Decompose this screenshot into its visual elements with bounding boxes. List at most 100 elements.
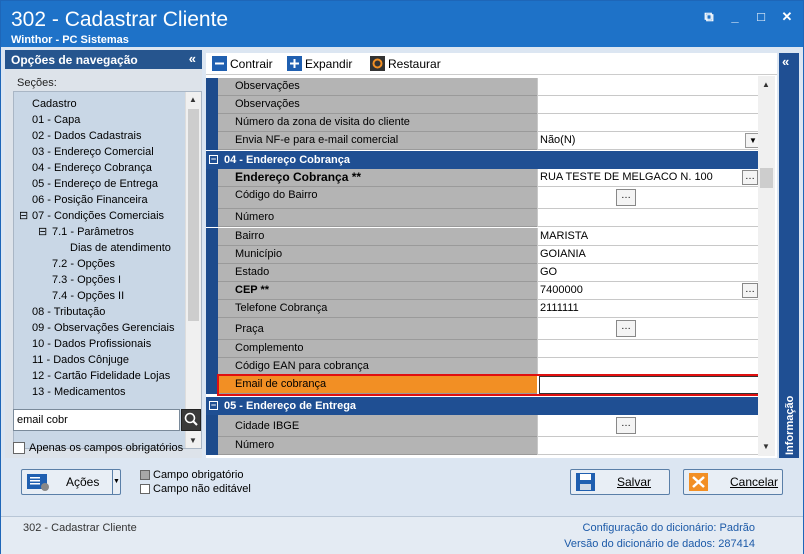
- grid-scroll-thumb[interactable]: [760, 168, 773, 188]
- grid-row[interactable]: Código do Bairro …: [206, 187, 762, 209]
- scroll-up-icon[interactable]: ▲: [762, 80, 770, 89]
- required-only-checkbox[interactable]: Apenas os campos obrigatórios: [13, 442, 183, 454]
- grid-row[interactable]: Número: [206, 209, 762, 227]
- tree-item-11[interactable]: 11 - Dados Cônjuge: [32, 353, 129, 367]
- cancel-button[interactable]: Cancelar: [683, 469, 783, 495]
- tree-item-74[interactable]: 7.4 - Opções II: [52, 289, 124, 303]
- tree-item-07[interactable]: 07 - Condições Comerciais: [32, 209, 164, 223]
- tree-item-05[interactable]: 05 - Endereço de Entrega: [32, 177, 158, 191]
- row-value[interactable]: [537, 209, 762, 227]
- close-icon[interactable]: ✕: [779, 9, 795, 25]
- collapse-category-icon[interactable]: −: [209, 155, 218, 164]
- tree-item-72[interactable]: 7.2 - Opções: [52, 257, 115, 271]
- grid-row[interactable]: Complemento: [206, 340, 762, 358]
- grid-row[interactable]: Observações: [206, 78, 762, 96]
- scroll-down-icon[interactable]: ▼: [762, 442, 770, 451]
- grid-row[interactable]: Telefone Cobrança 2111111: [206, 300, 762, 318]
- grid-row[interactable]: Município GOIANIA: [206, 246, 762, 264]
- tree-item-73[interactable]: 7.3 - Opções I: [52, 273, 121, 287]
- tree-item-08[interactable]: 08 - Tributação: [32, 305, 105, 319]
- row-value[interactable]: [537, 415, 762, 437]
- collapse-panel-icon[interactable]: «: [189, 51, 196, 66]
- restore-button[interactable]: Restaurar: [370, 56, 441, 71]
- save-label: Salvar: [617, 475, 652, 489]
- category-04[interactable]: −04 - Endereço Cobrança: [206, 151, 762, 169]
- actions-button[interactable]: Ações ▼: [21, 469, 121, 495]
- dict-config-value: Padrão: [719, 522, 755, 534]
- tree-item-10[interactable]: 10 - Dados Profissionais: [32, 337, 151, 351]
- cancel-label: Cancelar: [730, 475, 779, 489]
- row-label: Observações: [231, 96, 537, 114]
- row-value[interactable]: 2111111: [537, 300, 762, 318]
- row-label: Bairro: [231, 228, 537, 246]
- grid-row[interactable]: Cidade IBGE…: [206, 415, 762, 437]
- row-value[interactable]: RUA TESTE DE MELGACO N. 100: [537, 169, 762, 187]
- row-label: Praça: [231, 318, 537, 340]
- dict-config-label: Configuração do dicionário:: [582, 522, 717, 534]
- tree-item-03[interactable]: 03 - Endereço Comercial: [32, 145, 154, 159]
- row-value[interactable]: [537, 96, 762, 114]
- row-value[interactable]: GO: [537, 264, 762, 282]
- grid-row[interactable]: Observações: [206, 96, 762, 114]
- expand-panel-icon[interactable]: «: [782, 54, 789, 69]
- ellipsis-button[interactable]: …: [616, 189, 636, 206]
- tree-item-13[interactable]: 13 - Medicamentos: [32, 385, 126, 399]
- tree-scrollbar[interactable]: ▲ ▼: [185, 92, 201, 448]
- expand-button[interactable]: Expandir: [287, 56, 352, 71]
- restore-window-icon[interactable]: ⧉: [701, 9, 717, 25]
- maximize-icon[interactable]: □: [753, 9, 769, 25]
- tree-item-12[interactable]: 12 - Cartão Fidelidade Lojas: [32, 369, 170, 383]
- search-button[interactable]: [181, 409, 201, 431]
- grid-row[interactable]: Estado GO: [206, 264, 762, 282]
- grid-row[interactable]: Endereço Cobrança ** RUA TESTE DE MELGACO…: [206, 169, 762, 187]
- tree-item-dias[interactable]: Dias de atendimento: [70, 241, 171, 255]
- dict-config: Configuração do dicionário: Padrão: [583, 522, 755, 534]
- grid-row[interactable]: CEP ** 7400000…: [206, 282, 762, 300]
- row-value[interactable]: MARISTA: [537, 228, 762, 246]
- scroll-up-icon[interactable]: ▲: [189, 95, 197, 104]
- row-value[interactable]: 7400000: [537, 282, 762, 300]
- row-label: Número: [231, 437, 537, 455]
- actions-dropdown-icon[interactable]: ▼: [112, 470, 120, 494]
- info-side-panel[interactable]: « Informação: [779, 53, 799, 458]
- row-value[interactable]: [537, 187, 762, 209]
- grid-row[interactable]: Número da zona de visita do cliente: [206, 114, 762, 132]
- tree-expander-71-icon[interactable]: ⊟: [38, 225, 47, 239]
- tree-item-04[interactable]: 04 - Endereço Cobrança: [32, 161, 152, 175]
- expand-icon: [287, 56, 302, 71]
- checkbox-box[interactable]: [13, 442, 25, 454]
- grid-row[interactable]: Praça …: [206, 318, 762, 340]
- row-value[interactable]: [537, 78, 762, 96]
- row-value[interactable]: [537, 340, 762, 358]
- row-value[interactable]: [537, 114, 762, 132]
- tree-item-71[interactable]: 7.1 - Parâmetros: [52, 225, 134, 239]
- save-button[interactable]: Salvar: [570, 469, 670, 495]
- row-label: Código do Bairro: [231, 187, 537, 209]
- tree-item-01[interactable]: 01 - Capa: [32, 113, 80, 127]
- ellipsis-button[interactable]: …: [616, 417, 636, 434]
- ellipsis-button[interactable]: …: [742, 283, 758, 298]
- ellipsis-button[interactable]: …: [742, 170, 758, 185]
- tree-item-09[interactable]: 09 - Observações Gerenciais: [32, 321, 174, 335]
- tree-item-cadastro[interactable]: Cadastro: [32, 97, 77, 111]
- grid-scrollbar[interactable]: ▲ ▼: [758, 76, 775, 456]
- grid-row[interactable]: Número: [206, 437, 762, 455]
- nfe-email-select[interactable]: Não(N) ▼: [537, 132, 762, 150]
- tree-item-06[interactable]: 06 - Posição Financeira: [32, 193, 148, 207]
- ellipsis-button[interactable]: …: [616, 320, 636, 337]
- collapse-category-icon[interactable]: −: [209, 401, 218, 410]
- category-05[interactable]: −05 - Endereço de Entrega: [206, 397, 762, 415]
- tree-item-02[interactable]: 02 - Dados Cadastrais: [32, 129, 141, 143]
- collapse-button[interactable]: Contrair: [212, 56, 273, 71]
- row-value[interactable]: [537, 318, 762, 340]
- tree-scroll-thumb[interactable]: [188, 109, 199, 321]
- search-input[interactable]: email cobr: [13, 409, 180, 431]
- tree-expander-07-icon[interactable]: ⊟: [19, 209, 28, 223]
- property-grid: Observações Observações Número da zona d…: [206, 76, 762, 458]
- minimize-icon[interactable]: _: [727, 9, 743, 25]
- scroll-down-icon[interactable]: ▼: [189, 436, 197, 445]
- grid-row[interactable]: Bairro MARISTA: [206, 228, 762, 246]
- row-value[interactable]: [537, 437, 762, 455]
- row-value[interactable]: GOIANIA: [537, 246, 762, 264]
- grid-row-nfe-email[interactable]: Envia NF-e para e-mail comercial Não(N) ▼: [206, 132, 762, 150]
